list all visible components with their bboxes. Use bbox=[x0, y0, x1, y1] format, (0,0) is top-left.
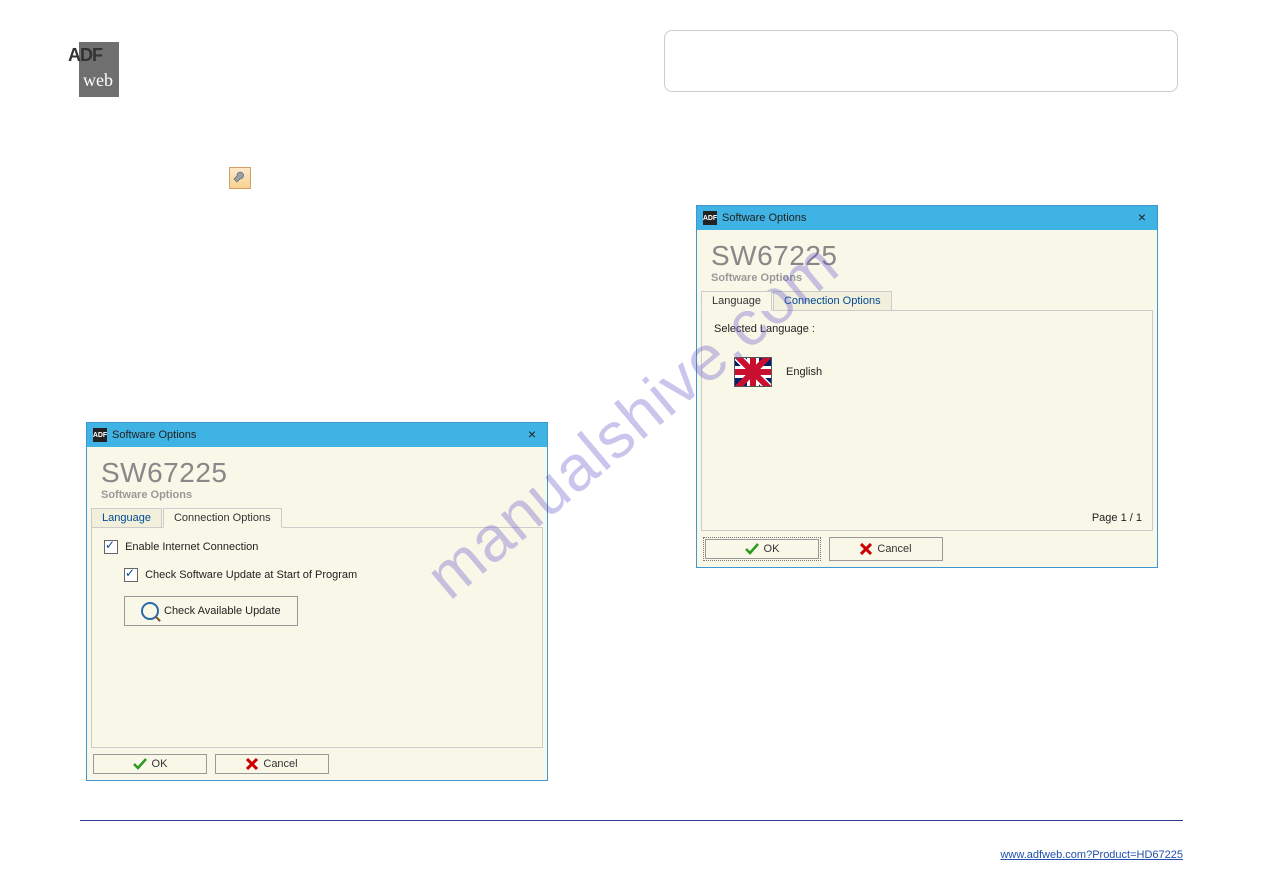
row-check-update[interactable]: Check Software Update at Start of Progra… bbox=[124, 568, 530, 582]
tab-connection[interactable]: Connection Options bbox=[163, 508, 282, 528]
dialog-subtitle: Software Options bbox=[87, 489, 547, 507]
magnifier-icon bbox=[141, 602, 159, 620]
footer-divider bbox=[80, 820, 1183, 821]
paragraph-2: In the section "Language" it is possible… bbox=[80, 235, 610, 254]
x-red-icon bbox=[860, 543, 872, 555]
selected-language-label: Selected Language : bbox=[714, 323, 1140, 335]
ok-button[interactable]: OK bbox=[705, 539, 819, 559]
ok-button[interactable]: OK bbox=[93, 754, 207, 774]
check-update-label: Check Available Update bbox=[164, 605, 281, 617]
titlebar-text: Software Options bbox=[722, 212, 806, 224]
app-icon: ADF bbox=[703, 211, 717, 225]
footer-left: ADFweb.com Srl – IT31010 – Mareno – Trev… bbox=[80, 825, 312, 861]
footer-right: www.adfweb.com?Product=HD67225 bbox=[1000, 849, 1183, 861]
footer-left-2: INFO: www.adfweb.com bbox=[80, 837, 312, 849]
dialog-bigtitle: SW67225 bbox=[87, 447, 547, 489]
uk-flag-icon bbox=[734, 357, 772, 387]
dialog-connection-options: ADF Software Options × SW67225 Software … bbox=[86, 422, 548, 781]
tab-connection[interactable]: Connection Options bbox=[773, 291, 892, 311]
logo-text-adf: ADF bbox=[68, 45, 102, 66]
language-name: English bbox=[786, 366, 822, 378]
header-box: User Manual CAN / Modbus Slave - Convert… bbox=[664, 30, 1178, 92]
button-row: OK Cancel bbox=[703, 537, 1151, 561]
footer-left-1: ADFweb.com Srl – IT31010 – Mareno – Trev… bbox=[80, 825, 312, 837]
footer-link[interactable]: www.adfweb.com?Product=HD67225 bbox=[1000, 849, 1183, 861]
tab-language[interactable]: Language bbox=[91, 508, 162, 528]
pager: Page 1 / 1 bbox=[1092, 512, 1142, 524]
header-line2: Document code: MN67225_ENG Revision 2.20… bbox=[681, 56, 1161, 73]
dialog-subtitle: Software Options bbox=[697, 272, 1157, 290]
ok-label: OK bbox=[764, 543, 780, 555]
ok-label: OK bbox=[152, 758, 168, 770]
tabs: Language Connection Options bbox=[697, 290, 1157, 311]
language-item[interactable]: English bbox=[734, 357, 1140, 387]
row-enable-internet[interactable]: Enable Internet Connection bbox=[104, 540, 530, 554]
cancel-label: Cancel bbox=[263, 758, 297, 770]
tab-content-connection: Enable Internet Connection Check Softwar… bbox=[91, 527, 543, 748]
check-green-icon bbox=[745, 543, 759, 555]
header-line1: User Manual CAN / Modbus Slave - Convert… bbox=[681, 39, 1161, 56]
cancel-label: Cancel bbox=[877, 543, 911, 555]
checkbox-check-update[interactable] bbox=[124, 568, 138, 582]
app-icon: ADF bbox=[93, 428, 107, 442]
tabs: Language Connection Options bbox=[87, 507, 547, 528]
checkbox-enable-internet[interactable] bbox=[104, 540, 118, 554]
check-available-update-button[interactable]: Check Available Update bbox=[124, 596, 298, 626]
label-enable-internet: Enable Internet Connection bbox=[125, 541, 258, 553]
titlebar-text: Software Options bbox=[112, 429, 196, 441]
footer-left-3: Phone +39.0438.30.91.31 bbox=[80, 849, 312, 861]
titlebar[interactable]: ADF Software Options × bbox=[697, 206, 1157, 230]
tab-content-language: Selected Language : English Page 1 / 1 bbox=[701, 310, 1153, 531]
close-icon[interactable]: × bbox=[523, 426, 541, 444]
settings-wrench-icon bbox=[229, 167, 251, 189]
cancel-button[interactable]: Cancel bbox=[829, 537, 943, 561]
logo-text-web: web bbox=[83, 70, 113, 91]
dialog-language: ADF Software Options × SW67225 Software … bbox=[696, 205, 1158, 568]
label-check-update: Check Software Update at Start of Progra… bbox=[145, 569, 357, 581]
section-title: SOFTWARE OPTIONS: bbox=[80, 145, 209, 159]
sub-heading: Industrial Electronic Devices bbox=[80, 110, 218, 122]
titlebar[interactable]: ADF Software Options × bbox=[87, 423, 547, 447]
button-row: OK Cancel bbox=[93, 754, 541, 774]
dialog-bigtitle: SW67225 bbox=[697, 230, 1157, 272]
check-green-icon bbox=[133, 758, 147, 770]
para1-before: By pressing the "Settings" ( bbox=[80, 168, 225, 182]
close-icon[interactable]: × bbox=[1133, 209, 1151, 227]
logo: ADF web bbox=[65, 40, 120, 98]
paragraph-1: By pressing the "Settings" ( ) button th… bbox=[80, 165, 610, 206]
paragraph-3: In the section "Connection Options", it … bbox=[80, 290, 610, 346]
tab-language[interactable]: Language bbox=[701, 291, 772, 311]
x-red-icon bbox=[246, 758, 258, 770]
cancel-button[interactable]: Cancel bbox=[215, 754, 329, 774]
